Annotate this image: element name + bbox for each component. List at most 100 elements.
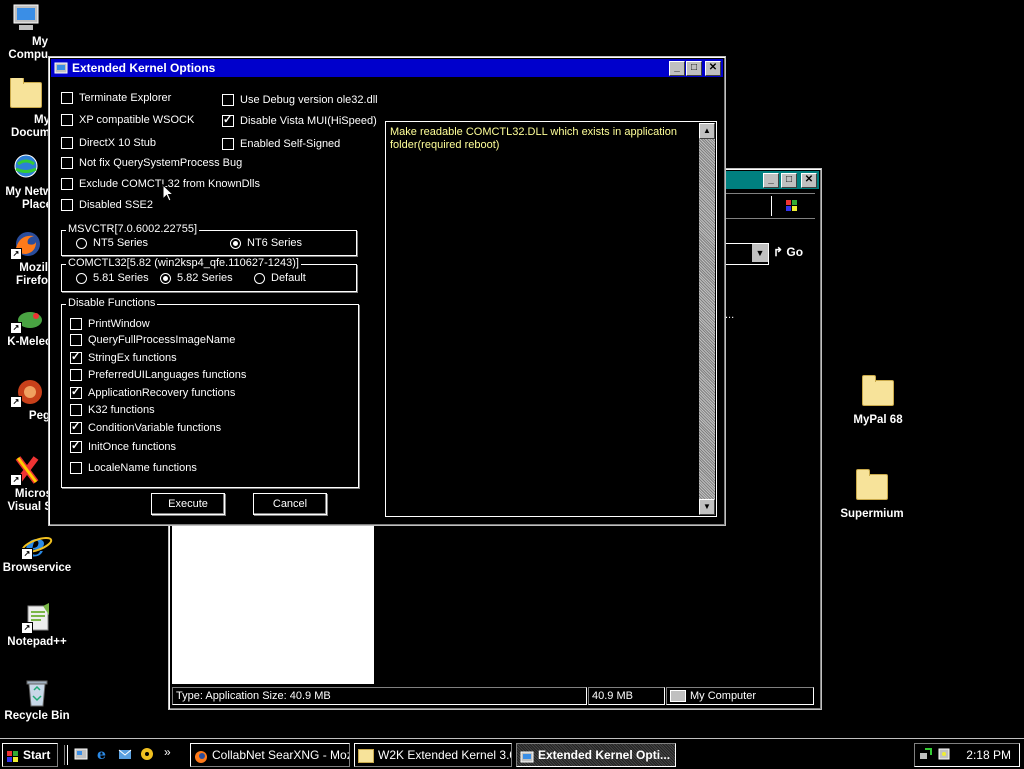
desktop-icon-browservice[interactable]: e ↗ Browservice <box>0 526 74 575</box>
exclude-comctl32-checkbox[interactable]: Exclude COMCTL32 from KnownDlls <box>61 178 260 190</box>
maximize-button[interactable]: □ <box>686 61 702 76</box>
checkbox-box[interactable] <box>61 157 73 169</box>
desktop-icon-pegasus[interactable]: ↗ Peg <box>0 376 52 423</box>
applicationrecovery-checkbox[interactable]: ApplicationRecovery functions <box>70 385 235 399</box>
computer-icon <box>670 690 686 703</box>
explorer-title-bar[interactable]: _ □ ✕ <box>725 171 819 189</box>
outlook-icon[interactable] <box>118 747 132 761</box>
notepad-plus-icon: ↗ <box>21 602 53 634</box>
k32-checkbox[interactable]: K32 functions <box>70 404 155 416</box>
desktop-icon-kmeleon[interactable]: ↗ K-Meleo <box>0 302 52 349</box>
execute-button[interactable]: Execute <box>151 493 225 515</box>
network-icon <box>10 152 42 184</box>
checkbox-box[interactable] <box>222 113 234 127</box>
queryfullprocessimagename-checkbox[interactable]: QueryFullProcessImageName <box>70 334 235 346</box>
dropdown-arrow-icon[interactable]: ▼ <box>752 244 768 262</box>
desktop-icon-firefox[interactable]: ↗ Mozil Firefo <box>0 228 52 288</box>
status-location: My Computer <box>666 687 814 705</box>
show-desktop-icon[interactable] <box>74 747 88 761</box>
debug-ole32-checkbox[interactable]: Use Debug version ole32.dll <box>222 94 378 106</box>
enabled-self-signed-checkbox[interactable]: Enabled Self-Signed <box>222 138 340 150</box>
extended-kernel-dialog[interactable]: Extended Kernel Options _ □ ✕ Terminate … <box>48 56 726 526</box>
desktop-icon-label: My Docum <box>11 114 50 139</box>
checkbox-box[interactable] <box>70 318 82 330</box>
checkbox-box[interactable] <box>61 92 73 104</box>
desktop-icon-notepad-plus[interactable]: ↗ Notepad++ <box>0 602 74 649</box>
directx10-stub-checkbox[interactable]: DirectX 10 Stub <box>61 137 156 149</box>
checkbox-box[interactable] <box>222 138 234 150</box>
nt6-series-radio[interactable]: NT6 Series <box>230 237 302 249</box>
stringex-checkbox[interactable]: StringEx functions <box>70 350 177 364</box>
media-icon[interactable] <box>140 747 154 761</box>
chevron-right-icon[interactable]: » <box>164 745 171 759</box>
checkbox-box[interactable] <box>61 114 73 126</box>
status-size: 40.9 MB <box>588 687 665 705</box>
checkbox-box[interactable] <box>70 439 82 453</box>
radio-dot[interactable] <box>76 272 87 284</box>
close-button[interactable]: ✕ <box>801 173 817 188</box>
start-button[interactable]: Start <box>2 743 58 767</box>
task-w2k-kernel[interactable]: W2K Extended Kernel 3.0e <box>354 743 512 767</box>
disable-vista-mui-checkbox[interactable]: Disable Vista MUI(HiSpeed) <box>222 113 377 127</box>
radio-dot[interactable] <box>160 272 171 284</box>
radio-dot[interactable] <box>230 237 241 249</box>
preferreduilanguages-checkbox[interactable]: PreferredUILanguages functions <box>70 369 246 381</box>
radio-dot[interactable] <box>76 237 87 249</box>
volume-tray-icon[interactable] <box>937 747 951 761</box>
checkbox-box[interactable] <box>61 137 73 149</box>
comctl32-default-radio[interactable]: Default <box>254 272 306 284</box>
checkbox-box[interactable] <box>61 178 73 190</box>
checkbox-box[interactable] <box>222 94 234 106</box>
printwindow-checkbox[interactable]: PrintWindow <box>70 318 150 330</box>
task-collabnet[interactable]: CollabNet SearXNG - Mozi... <box>190 743 350 767</box>
scroll-up-arrow-icon[interactable]: ▲ <box>699 123 715 139</box>
minimize-button[interactable]: _ <box>669 61 685 76</box>
xp-wsock-checkbox[interactable]: XP compatible WSOCK <box>61 114 194 126</box>
comctl32-582-radio[interactable]: 5.82 Series <box>160 272 233 284</box>
terminate-explorer-checkbox[interactable]: Terminate Explorer <box>61 92 171 104</box>
system-tray: 2:18 PM <box>914 743 1020 767</box>
checkbox-box[interactable] <box>70 334 82 346</box>
scroll-down-arrow-icon[interactable]: ▼ <box>699 499 715 515</box>
dialog-title-bar[interactable]: Extended Kernel Options _ □ ✕ <box>51 59 723 77</box>
go-button[interactable]: ↱ Go <box>773 245 803 259</box>
task-extended-kernel[interactable]: Extended Kernel Opti... <box>516 743 676 767</box>
desktop-icon-visual-studio[interactable]: ↗ Micros Visual S <box>0 454 52 514</box>
network-tray-icon[interactable] <box>919 747 933 761</box>
desktop-icon-network[interactable]: My Netw Place <box>0 152 52 212</box>
desktop-icon-label: Mozil Firefo <box>16 262 48 287</box>
desktop-icon-recycle-bin[interactable]: Recycle Bin <box>0 676 74 723</box>
comctl32-581-radio[interactable]: 5.81 Series <box>76 272 149 284</box>
checkbox-box[interactable] <box>61 199 73 211</box>
minimize-button[interactable]: _ <box>763 173 779 188</box>
desktop-icon-my-computer[interactable]: My Compu <box>0 2 52 62</box>
query-system-process-checkbox[interactable]: Not fix QuerySystemProcess Bug <box>61 157 242 169</box>
msvcrt-group: MSVCTR[7.0.6002.22755] NT5 Series NT6 Se… <box>61 223 357 256</box>
radio-dot[interactable] <box>254 272 265 284</box>
maximize-button[interactable]: □ <box>781 173 797 188</box>
clock: 2:18 PM <box>966 748 1011 762</box>
checkbox-box[interactable] <box>70 420 82 434</box>
close-button[interactable]: ✕ <box>705 61 721 76</box>
address-field[interactable]: ▼ <box>725 243 769 265</box>
checkbox-box[interactable] <box>70 462 82 474</box>
disabled-sse2-checkbox[interactable]: Disabled SSE2 <box>61 199 153 211</box>
checkbox-box[interactable] <box>70 350 82 364</box>
firefox-icon <box>194 749 208 763</box>
ie-icon[interactable]: e <box>96 747 110 763</box>
nt5-series-radio[interactable]: NT5 Series <box>76 237 148 249</box>
desktop-icon-mypal[interactable]: MyPal 68 <box>840 375 916 427</box>
description-memo[interactable]: Make readable COMCTL32.DLL which exists … <box>385 121 717 517</box>
cancel-button[interactable]: Cancel <box>253 493 327 515</box>
checkbox-box[interactable] <box>70 369 82 381</box>
conditionvariable-checkbox[interactable]: ConditionVariable functions <box>70 420 221 434</box>
pegasus-icon: ↗ <box>10 376 42 408</box>
desktop-icon-my-documents[interactable]: My Docum <box>0 78 52 140</box>
desktop-icon-supermium[interactable]: Supermium <box>834 469 910 521</box>
checkbox-box[interactable] <box>70 385 82 399</box>
memo-scrollbar[interactable]: ▲ ▼ <box>699 123 715 515</box>
localename-checkbox[interactable]: LocaleName functions <box>70 462 197 474</box>
checkbox-box[interactable] <box>70 404 82 416</box>
go-arrow-icon: ↱ <box>773 245 784 259</box>
initonce-checkbox[interactable]: InitOnce functions <box>70 439 176 453</box>
